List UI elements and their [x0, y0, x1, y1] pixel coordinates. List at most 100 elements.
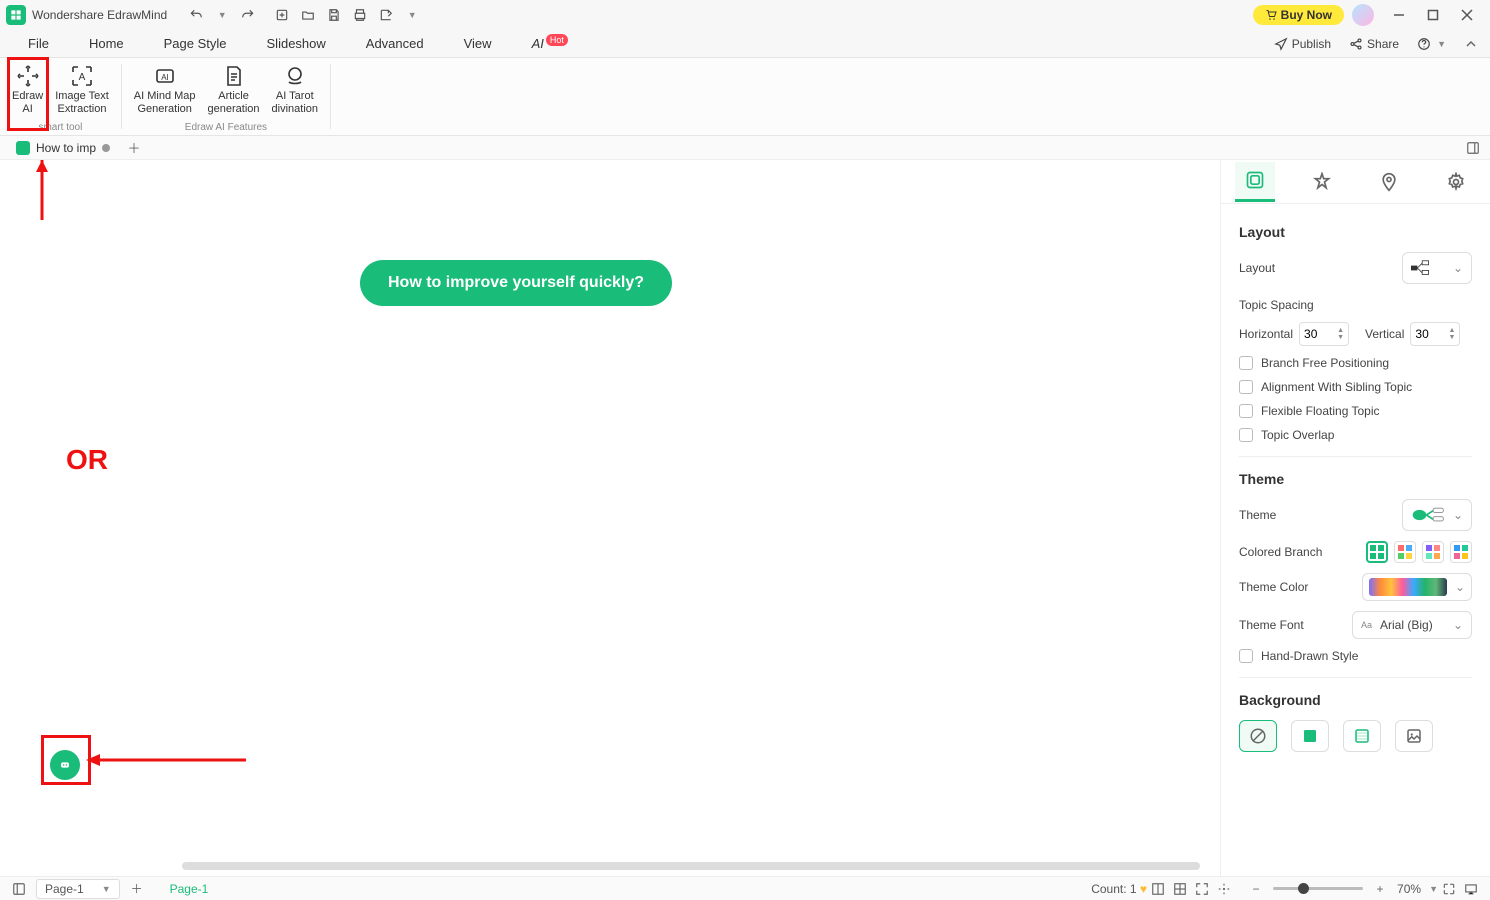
branch-swatch-1[interactable]	[1366, 541, 1388, 563]
menu-ai[interactable]: AIHot	[512, 30, 588, 57]
page-selector[interactable]: Page-1▼	[36, 879, 120, 899]
bg-option-none[interactable]	[1239, 720, 1277, 754]
new-file-button[interactable]	[271, 4, 293, 26]
menu-ai-label: AI	[532, 36, 544, 51]
publish-button[interactable]: Publish	[1270, 37, 1335, 51]
branch-swatch-4[interactable]	[1450, 541, 1472, 563]
help-button[interactable]: ▼	[1413, 37, 1450, 51]
panel-tab-settings[interactable]	[1436, 162, 1476, 202]
horizontal-label: Horizontal	[1239, 327, 1293, 341]
open-file-button[interactable]	[297, 4, 319, 26]
user-avatar[interactable]	[1352, 4, 1374, 26]
vertical-input[interactable]	[1415, 327, 1441, 341]
panel-tab-location[interactable]	[1369, 162, 1409, 202]
view-mode-1[interactable]	[1147, 879, 1169, 899]
undo-dropdown[interactable]: ▼	[211, 4, 233, 26]
branch-free-checkbox[interactable]: Branch Free Positioning	[1239, 356, 1472, 370]
redo-button[interactable]	[237, 4, 259, 26]
tarot-label: AI Tarot divination	[272, 90, 318, 116]
fit-page-button[interactable]	[1191, 879, 1213, 899]
theme-font-label: Theme Font	[1239, 618, 1304, 632]
add-page-button[interactable]: ＋	[126, 879, 148, 899]
menu-advanced[interactable]: Advanced	[346, 30, 444, 57]
flex-float-label: Flexible Floating Topic	[1261, 404, 1380, 418]
collapse-ribbon-button[interactable]	[1460, 33, 1482, 55]
branch-swatch-2[interactable]	[1394, 541, 1416, 563]
mindmap-icon: AI	[153, 64, 177, 88]
ai-mindmap-gen-button[interactable]: AI AI Mind Map Generation	[128, 62, 202, 118]
bg-option-texture[interactable]	[1343, 720, 1381, 754]
article-gen-button[interactable]: Article generation	[202, 62, 266, 118]
fullscreen-button[interactable]	[1438, 879, 1460, 899]
outline-toggle-button[interactable]	[8, 879, 30, 899]
share-label: Share	[1367, 37, 1399, 51]
theme-font-value: Arial (Big)	[1380, 618, 1433, 632]
menu-home[interactable]: Home	[69, 30, 144, 57]
layout-dropdown[interactable]: ⌄	[1402, 252, 1472, 284]
menu-view[interactable]: View	[444, 30, 512, 57]
app-logo-icon	[6, 5, 26, 25]
horizontal-scrollbar[interactable]	[182, 862, 1200, 870]
layout-heading: Layout	[1239, 224, 1472, 240]
buy-now-button[interactable]: Buy Now	[1253, 5, 1344, 25]
export-dropdown[interactable]: ▼	[401, 4, 423, 26]
save-button[interactable]	[323, 4, 345, 26]
root-node[interactable]: How to improve yourself quickly?	[360, 260, 672, 306]
publish-label: Publish	[1292, 37, 1331, 51]
horizontal-spinner[interactable]: ▲▼	[1299, 322, 1349, 346]
print-button[interactable]	[349, 4, 371, 26]
minimize-button[interactable]	[1382, 2, 1416, 28]
canvas[interactable]: How to improve yourself quickly? OR	[0, 160, 1220, 876]
layout-label: Layout	[1239, 261, 1275, 275]
presentation-button[interactable]	[1460, 879, 1482, 899]
theme-font-dropdown[interactable]: Aa Arial (Big) ⌄	[1352, 611, 1472, 639]
align-sibling-checkbox[interactable]: Alignment With Sibling Topic	[1239, 380, 1472, 394]
zoom-controls: − + 70% ▼	[1245, 879, 1438, 899]
maximize-button[interactable]	[1416, 2, 1450, 28]
center-button[interactable]	[1213, 879, 1235, 899]
panel-tab-layout[interactable]	[1235, 162, 1275, 202]
theme-dropdown[interactable]: ⌄	[1402, 499, 1472, 531]
bg-option-image[interactable]	[1395, 720, 1433, 754]
bg-option-color[interactable]	[1291, 720, 1329, 754]
flexible-floating-checkbox[interactable]: Flexible Floating Topic	[1239, 404, 1472, 418]
image-text-extraction-button[interactable]: A Image Text Extraction	[49, 62, 115, 118]
help-icon	[1417, 37, 1431, 51]
panel-toggle-button[interactable]	[1464, 139, 1482, 157]
active-page-tab[interactable]: Page-1	[170, 882, 209, 896]
zoom-percent[interactable]: 70%	[1397, 882, 1421, 896]
export-button[interactable]	[375, 4, 397, 26]
ribbon-group-ai-features: AI AI Mind Map Generation Article genera…	[122, 58, 330, 135]
vertical-spinner[interactable]: ▲▼	[1410, 322, 1460, 346]
document-tab-1[interactable]: How to imp	[8, 136, 118, 159]
zoom-in-button[interactable]: +	[1369, 879, 1391, 899]
share-button[interactable]: Share	[1345, 37, 1403, 51]
add-document-tab-button[interactable]: ＋	[124, 138, 144, 158]
branch-swatch-3[interactable]	[1422, 541, 1444, 563]
chevron-down-icon: ⌄	[1453, 261, 1463, 275]
topic-overlap-checkbox[interactable]: Topic Overlap	[1239, 428, 1472, 442]
ai-assistant-fab[interactable]	[50, 750, 80, 780]
layout-thumb-icon	[1411, 259, 1435, 277]
view-mode-2[interactable]	[1169, 879, 1191, 899]
doc-icon	[16, 141, 30, 155]
ribbon-group-smart-tool: Edraw AI A Image Text Extraction smart t…	[0, 58, 121, 135]
edraw-ai-button[interactable]: Edraw AI	[6, 62, 49, 118]
chevron-down-icon[interactable]: ▼	[1429, 884, 1438, 894]
horizontal-input[interactable]	[1304, 327, 1330, 341]
menu-file[interactable]: File	[8, 30, 69, 57]
panel-tab-style[interactable]	[1302, 162, 1342, 202]
ai-tarot-button[interactable]: AI Tarot divination	[266, 62, 324, 118]
zoom-out-button[interactable]: −	[1245, 879, 1267, 899]
svg-text:A: A	[79, 72, 86, 83]
close-button[interactable]	[1450, 2, 1484, 28]
menu-slideshow[interactable]: Slideshow	[247, 30, 346, 57]
chevron-down-icon: ⌄	[1455, 580, 1465, 594]
theme-color-dropdown[interactable]: ⌄	[1362, 573, 1472, 601]
zoom-slider[interactable]	[1273, 887, 1363, 890]
smart-tool-group-label: smart tool	[6, 122, 115, 135]
undo-button[interactable]	[185, 4, 207, 26]
menu-page-style[interactable]: Page Style	[144, 30, 247, 57]
hand-drawn-checkbox[interactable]: Hand-Drawn Style	[1239, 649, 1472, 663]
document-tabs: How to imp ＋	[0, 136, 1490, 160]
